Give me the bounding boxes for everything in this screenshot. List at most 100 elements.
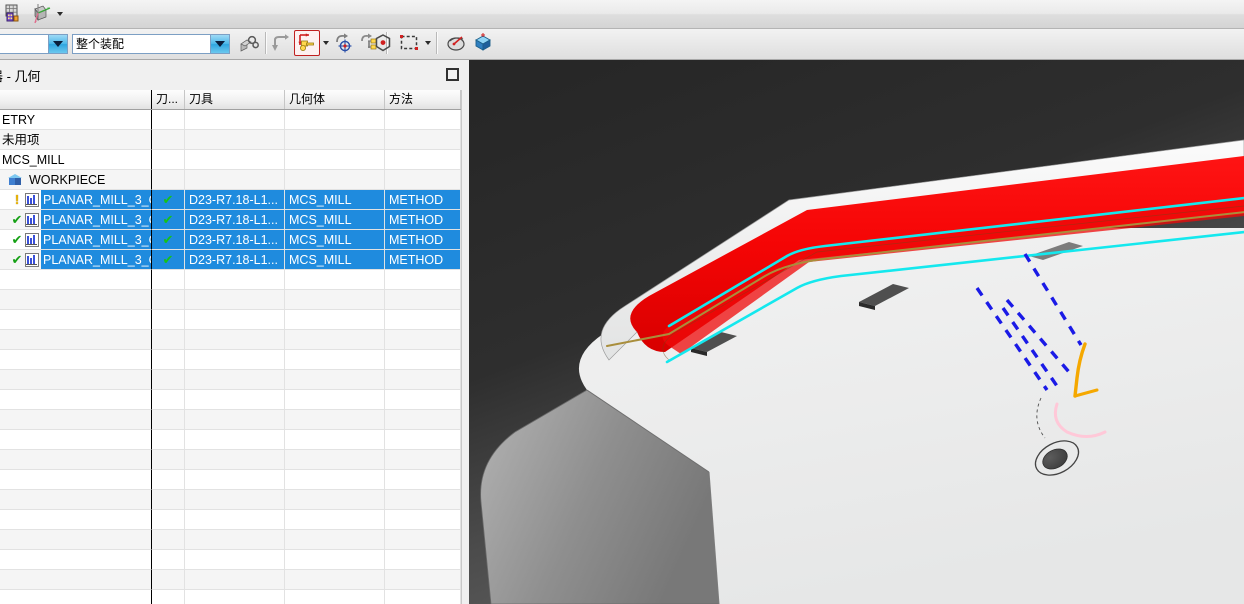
empty-cell [152, 390, 185, 410]
empty-cell [0, 550, 152, 570]
wcs-orient-icon[interactable] [28, 1, 54, 27]
empty-cell [152, 310, 185, 330]
work-part-scope-dropdown-arrow[interactable] [210, 35, 229, 53]
table-row[interactable]: MCS_MILL [0, 150, 461, 170]
cell-geometry: MCS_MILL [285, 210, 385, 230]
point-dialog-icon[interactable] [370, 30, 396, 56]
panel-right-gutter [461, 90, 468, 604]
toolbar-group-selection [368, 29, 443, 57]
empty-row[interactable] [0, 410, 461, 430]
tool-ok-check-icon: ✔ [162, 212, 174, 227]
empty-row[interactable] [0, 290, 461, 310]
selection-caret[interactable] [422, 31, 433, 55]
empty-cell [285, 570, 385, 590]
column-header-name[interactable] [0, 90, 152, 109]
table-row[interactable]: ETRY [0, 110, 461, 130]
empty-row[interactable] [0, 490, 461, 510]
empty-cell [185, 390, 285, 410]
empty-cell [285, 590, 385, 604]
tree-item[interactable]: ✔ PLANAR_MILL_3_C... [0, 210, 151, 229]
empty-cell [0, 270, 152, 290]
empty-row[interactable] [0, 310, 461, 330]
assembly-navigator-icon[interactable] [2, 1, 28, 27]
work-part-scope-combo[interactable]: 整个装配 [72, 34, 230, 54]
empty-row[interactable] [0, 510, 461, 530]
wcs-origin-icon[interactable] [331, 30, 357, 56]
empty-cell [152, 350, 185, 370]
empty-cell [385, 270, 461, 290]
tree-item-label: PLANAR_MILL_3_C... [41, 230, 151, 249]
tree-item[interactable]: 未用项 [0, 130, 43, 149]
cell-tool [185, 170, 285, 190]
empty-cell [385, 470, 461, 490]
empty-row[interactable] [0, 430, 461, 450]
operation-icon [24, 252, 40, 267]
empty-row[interactable] [0, 570, 461, 590]
toolbar-secondary: 器 整个装配 [0, 29, 1244, 60]
empty-cell [385, 510, 461, 530]
wcs-dynamic-caret[interactable] [320, 31, 331, 55]
panel-header: 器 - 几何 [0, 60, 468, 90]
empty-row[interactable] [0, 390, 461, 410]
tree-item[interactable]: ! PLANAR_MILL_3_C... [0, 190, 151, 209]
column-header-tool_st[interactable]: 刀... [152, 90, 185, 109]
3d-graphics-window[interactable] [469, 60, 1244, 604]
navigator-view-dropdown-arrow[interactable] [48, 35, 67, 53]
empty-cell [285, 530, 385, 550]
table-row[interactable]: ✔ PLANAR_MILL_3_C... ✔ D23-R7.18-L1...MCS_M… [0, 250, 461, 270]
cell-geometry [285, 150, 385, 170]
empty-row[interactable] [0, 330, 461, 350]
empty-row[interactable] [0, 590, 461, 604]
column-header-tool[interactable]: 刀具 [185, 90, 285, 109]
empty-cell [385, 490, 461, 510]
column-header-method[interactable]: 方法 [385, 90, 461, 109]
empty-cell [385, 570, 461, 590]
empty-row[interactable] [0, 270, 461, 290]
cell-method [385, 150, 461, 170]
tree-item-name-cell: ✔ PLANAR_MILL_3_C... [0, 230, 152, 250]
toolbar-overflow-caret[interactable] [54, 2, 65, 26]
column-header-geometry[interactable]: 几何体 [285, 90, 385, 109]
navigator-view-combo[interactable]: 器 [0, 34, 68, 54]
cell-geometry [285, 130, 385, 150]
solid-block-icon[interactable] [470, 30, 496, 56]
empty-row[interactable] [0, 350, 461, 370]
empty-cell [385, 550, 461, 570]
operation-icon [24, 192, 40, 207]
empty-row[interactable] [0, 450, 461, 470]
table-row[interactable]: ! PLANAR_MILL_3_C... ✔ D23-R7.18-L1...MCS_M… [0, 190, 461, 210]
grid-column-headers: 刀... 刀具 几何体 方法 [0, 90, 461, 110]
tool-ok-check-icon: ✔ [162, 192, 174, 207]
rectangle-select-icon[interactable] [396, 30, 422, 56]
move-object-icon[interactable] [268, 30, 294, 56]
empty-cell [152, 430, 185, 450]
empty-cell [0, 310, 152, 330]
cell-method: METHOD [385, 210, 461, 230]
shaded-display-icon[interactable] [444, 30, 470, 56]
table-row[interactable]: ✔ PLANAR_MILL_3_C... ✔ D23-R7.18-L1...MCS_M… [0, 230, 461, 250]
empty-cell [285, 290, 385, 310]
empty-row[interactable] [0, 550, 461, 570]
empty-cell [185, 270, 285, 290]
tree-item[interactable]: ETRY [0, 110, 38, 129]
panel-restore-button[interactable] [446, 68, 459, 81]
empty-cell [152, 570, 185, 590]
tree-item[interactable]: MCS_MILL [0, 150, 68, 169]
wcs-dynamic-icon[interactable] [294, 30, 320, 56]
empty-row[interactable] [0, 370, 461, 390]
empty-row[interactable] [0, 530, 461, 550]
tree-item[interactable]: ✔ PLANAR_MILL_3_C... [0, 250, 151, 269]
empty-cell [152, 450, 185, 470]
operation-tree[interactable]: ETRY 未用项 MCS_MILL WORKPIECE! PLANAR_MILL_3_C… [0, 110, 461, 604]
cell-tool-status: ✔ [152, 230, 185, 250]
table-row[interactable]: 未用项 [0, 130, 461, 150]
empty-cell [185, 550, 285, 570]
tool-ok-check-icon: ✔ [162, 252, 174, 267]
empty-row[interactable] [0, 470, 461, 490]
empty-cell [385, 410, 461, 430]
table-row[interactable]: WORKPIECE [0, 170, 461, 190]
tree-item[interactable]: WORKPIECE [0, 170, 108, 189]
find-object-icon[interactable] [236, 30, 262, 56]
tree-item[interactable]: ✔ PLANAR_MILL_3_C... [0, 230, 151, 249]
table-row[interactable]: ✔ PLANAR_MILL_3_C... ✔ D23-R7.18-L1...MCS_M… [0, 210, 461, 230]
